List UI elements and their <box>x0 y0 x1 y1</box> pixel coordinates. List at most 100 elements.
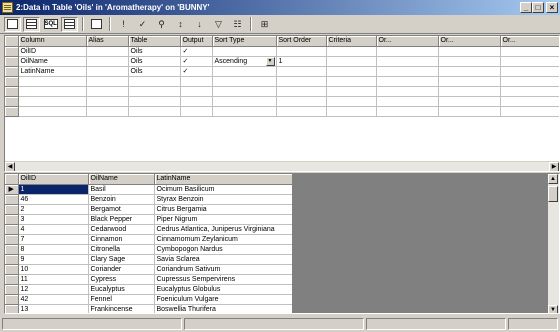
oilname-cell[interactable]: Cypress <box>88 274 155 285</box>
table-row[interactable]: 46 Benzoin Styrax Benzoin <box>5 194 293 205</box>
oilname-cell[interactable]: Basil <box>88 184 155 195</box>
criteria-alias-cell[interactable] <box>86 86 129 97</box>
row-selector[interactable] <box>5 264 19 275</box>
or-cell[interactable] <box>438 56 501 67</box>
sort-order-cell[interactable] <box>276 46 327 57</box>
or-cell[interactable] <box>500 96 559 107</box>
output-checkbox[interactable] <box>180 76 213 87</box>
criteria-alias-cell[interactable] <box>86 106 129 117</box>
row-selector[interactable] <box>5 244 19 255</box>
oilname-cell[interactable]: Fennel <box>88 294 155 305</box>
sort-descending-button[interactable]: ↓ <box>191 17 208 32</box>
row-selector[interactable] <box>5 214 19 225</box>
column-header-column[interactable]: Column <box>18 36 87 47</box>
criteria-table-cell[interactable] <box>128 86 181 97</box>
criteria-column-cell[interactable]: OilName <box>18 56 87 67</box>
oilname-cell[interactable]: Clary Sage <box>88 254 155 265</box>
oilid-cell[interactable]: 1 <box>18 184 89 195</box>
criteria-cell[interactable] <box>326 86 377 97</box>
latinname-cell[interactable]: Cupressus Sempervirens <box>154 274 293 285</box>
row-selector[interactable] <box>5 234 19 245</box>
row-selector[interactable] <box>5 274 19 285</box>
row-selector[interactable] <box>5 106 19 117</box>
criteria-row[interactable] <box>5 86 559 97</box>
chevron-down-icon[interactable]: ▼ <box>265 56 275 65</box>
sort-type-cell[interactable] <box>212 106 277 117</box>
criteria-row[interactable] <box>5 76 559 87</box>
corner-cell[interactable] <box>5 174 19 185</box>
row-selector[interactable] <box>5 254 19 265</box>
column-header-or-1[interactable]: Or... <box>376 36 439 47</box>
scroll-right-button[interactable]: ▶ <box>549 162 559 171</box>
maximize-button[interactable]: □ <box>532 2 544 13</box>
query-window-icon[interactable] <box>2 2 13 13</box>
or-cell[interactable] <box>376 106 439 117</box>
criteria-table-cell[interactable]: Oils <box>128 56 181 67</box>
table-row[interactable]: 10 Coriander Coriandrum Sativum <box>5 264 293 275</box>
close-button[interactable]: × <box>546 2 558 13</box>
oilid-cell[interactable]: 46 <box>18 194 89 205</box>
sort-type-cell[interactable] <box>212 96 277 107</box>
table-row[interactable]: 42 Fennel Foeniculum Vulgare <box>5 294 293 305</box>
table-row[interactable]: 2 Bergamot Citrus Bergamia <box>5 204 293 215</box>
or-cell[interactable] <box>500 56 559 67</box>
column-header-output[interactable]: Output <box>180 36 213 47</box>
oilid-cell[interactable]: 9 <box>18 254 89 265</box>
or-cell[interactable] <box>438 76 501 87</box>
output-checkbox[interactable]: ✓ <box>180 46 213 57</box>
or-cell[interactable] <box>500 46 559 57</box>
row-selector[interactable] <box>5 96 19 107</box>
table-row[interactable]: 7 Cinnamon Cinnamomum Zeylanicum <box>5 234 293 245</box>
latinname-cell[interactable]: Cymbopogon Nardus <box>154 244 293 255</box>
criteria-row[interactable]: OilName Oils ✓ Ascending ▼ 1 <box>5 56 559 67</box>
scroll-down-button[interactable]: ▼ <box>548 305 558 313</box>
criteria-table-cell[interactable] <box>128 76 181 87</box>
table-row[interactable]: 12 Eucalyptus Eucalyptus Globulus <box>5 284 293 295</box>
row-selector[interactable] <box>5 284 19 295</box>
latinname-cell[interactable]: Cedrus Atlantica, Juniperus Virginiana <box>154 224 293 235</box>
criteria-column-cell[interactable] <box>18 106 87 117</box>
or-cell[interactable] <box>438 86 501 97</box>
row-selector[interactable] <box>5 304 19 313</box>
criteria-alias-cell[interactable] <box>86 56 129 67</box>
or-cell[interactable] <box>500 76 559 87</box>
remove-filter-button[interactable]: ⚲ <box>153 17 170 32</box>
show-sql-pane-button[interactable]: SQL <box>42 17 59 32</box>
sort-type-cell[interactable] <box>212 66 277 77</box>
row-selector[interactable] <box>5 194 19 205</box>
oilname-cell[interactable]: Cedarwood <box>88 224 155 235</box>
or-cell[interactable] <box>500 86 559 97</box>
latinname-cell[interactable]: Cinnamomum Zeylanicum <box>154 234 293 245</box>
criteria-column-cell[interactable]: OilID <box>18 46 87 57</box>
oilid-cell[interactable]: 12 <box>18 284 89 295</box>
scroll-left-button[interactable]: ◀ <box>5 162 15 171</box>
or-cell[interactable] <box>500 66 559 77</box>
or-cell[interactable] <box>438 106 501 117</box>
run-query-button[interactable]: ! <box>115 17 132 32</box>
sort-ascending-button[interactable]: ↕ <box>172 17 189 32</box>
criteria-table-cell[interactable] <box>128 96 181 107</box>
oilname-cell[interactable]: Frankincense <box>88 304 155 313</box>
output-checkbox[interactable] <box>180 96 213 107</box>
criteria-cell[interactable] <box>326 46 377 57</box>
or-cell[interactable] <box>376 96 439 107</box>
criteria-column-cell[interactable]: LatinName <box>18 66 87 77</box>
latinname-cell[interactable]: Boswellia Thurifera <box>154 304 293 313</box>
criteria-column-cell[interactable] <box>18 76 87 87</box>
oilname-cell[interactable]: Benzoin <box>88 194 155 205</box>
table-row[interactable]: 4 Cedarwood Cedrus Atlantica, Juniperus Vi… <box>5 224 293 235</box>
column-header-alias[interactable]: Alias <box>86 36 129 47</box>
row-selector[interactable]: ▶ <box>5 184 19 195</box>
scroll-up-button[interactable]: ▲ <box>548 174 558 184</box>
criteria-alias-cell[interactable] <box>86 66 129 77</box>
oilid-cell[interactable]: 13 <box>18 304 89 313</box>
output-checkbox[interactable]: ✓ <box>180 56 213 67</box>
table-row[interactable]: ▶ 1 Basil Ocimum Basilicum <box>5 184 293 195</box>
column-header-sort-order[interactable]: Sort Order <box>276 36 327 47</box>
criteria-row[interactable] <box>5 96 559 107</box>
criteria-row[interactable]: LatinName Oils ✓ <box>5 66 559 77</box>
or-cell[interactable] <box>376 46 439 57</box>
latinname-cell[interactable]: Coriandrum Sativum <box>154 264 293 275</box>
row-selector[interactable] <box>5 66 19 77</box>
latinname-cell[interactable]: Ocimum Basilicum <box>154 184 293 195</box>
